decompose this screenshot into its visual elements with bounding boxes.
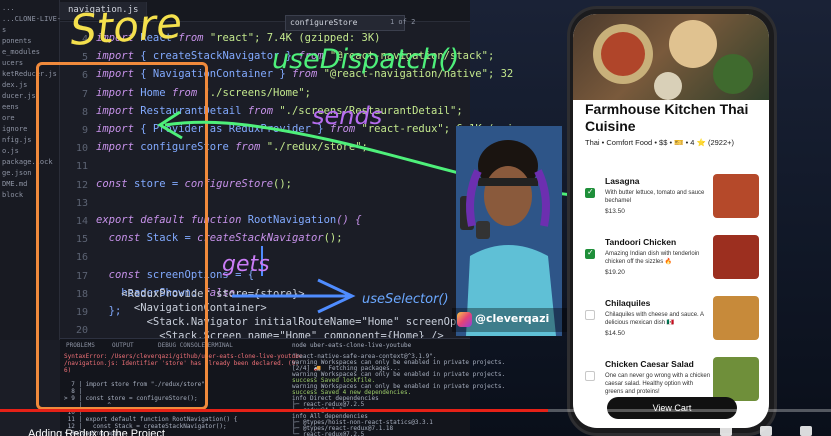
menu-item: Tandoori Chicken Amazing Indian dish with… — [573, 235, 769, 295]
menu-item-image — [713, 235, 759, 279]
menu-item-name: Chilaquiles — [605, 298, 651, 308]
phone-screen: Farmhouse Kitchen Thai Cuisine Thai • Co… — [573, 14, 769, 428]
menu-item-image — [713, 174, 759, 218]
menu-item: Lasagna With butter lettuce, tomato and s… — [573, 174, 769, 234]
view-cart-button[interactable]: View Cart — [607, 397, 737, 419]
menu-item-description: Amazing Indian dish with tenderloin chic… — [605, 251, 700, 265]
progress-fill — [0, 409, 549, 412]
menu-item-description: With butter lettuce, tomato and sauce be… — [605, 190, 705, 204]
video-title: Adding Redux to the Project — [28, 428, 165, 436]
restaurant-meta: Thai • Comfort Food • $$ • 🎫 • 4 ⭐ (2922… — [585, 138, 735, 147]
video-frame: ... ...CLONE-LIVE-YOU... s ponents e_modules… — [0, 0, 831, 436]
menu-item-image — [713, 357, 759, 401]
fullscreen-icon[interactable] — [800, 426, 812, 436]
presenter-silhouette — [456, 126, 562, 336]
useselector-annotation: useSelector() — [362, 292, 449, 307]
settings-icon[interactable] — [760, 426, 772, 436]
menu-item-checkbox[interactable] — [585, 310, 595, 320]
menu-item-name: Lasagna — [605, 176, 640, 186]
menu-item-price: $19.20 — [605, 269, 625, 276]
menu-item-image — [713, 296, 759, 340]
menu-item-description: Chilaquiles with cheese and sauce. A del… — [605, 312, 704, 326]
menu-item-price: $14.50 — [605, 330, 625, 337]
menu-item-checkbox[interactable] — [585, 371, 595, 381]
menu-item-description: One can never go wrong with a chicken ca… — [605, 373, 711, 395]
gets-annotation: gets — [222, 252, 270, 277]
restaurant-hero-image — [573, 14, 769, 100]
menu-item-checkbox[interactable] — [585, 248, 595, 259]
menu-item-checkbox[interactable] — [585, 187, 595, 198]
instagram-icon — [457, 312, 472, 327]
sends-annotation: sends — [312, 102, 383, 130]
autoplay-icon[interactable] — [720, 426, 732, 436]
menu-item-name: Tandoori Chicken — [605, 237, 677, 247]
store-annotation: Store — [68, 0, 184, 55]
menu-item-name: Chicken Caesar Salad — [605, 359, 694, 369]
menu-item: Chilaquiles Chilaquiles with cheese and s… — [573, 296, 769, 356]
webcam-feed — [456, 126, 562, 336]
menu-item-price: $13.50 — [605, 208, 625, 215]
usedispatch-annotation: useDispatch() — [272, 44, 460, 75]
instagram-handle: @cleverqazi — [475, 312, 550, 325]
restaurant-name: Farmhouse Kitchen Thai Cuisine — [585, 101, 749, 134]
